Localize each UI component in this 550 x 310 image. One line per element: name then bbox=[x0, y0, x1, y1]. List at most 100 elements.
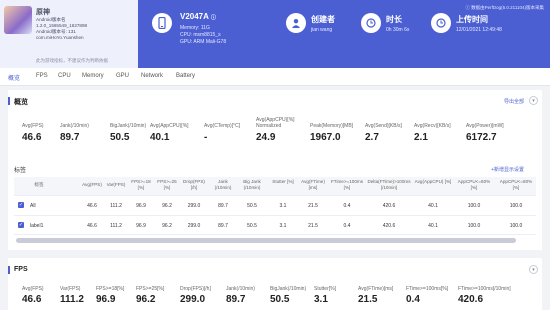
table-header-cell: Var(FPS) bbox=[106, 182, 126, 187]
row-divider bbox=[14, 234, 536, 235]
tab-memory[interactable]: Memory bbox=[82, 73, 104, 79]
tab-overview[interactable]: 概览 bbox=[8, 73, 20, 82]
app-info-line: com.miHoYo.Yuanshen bbox=[36, 35, 84, 40]
horizontal-scrollbar[interactable] bbox=[16, 238, 516, 243]
table-header-cell: FPS>=25 [%] bbox=[157, 179, 177, 190]
table-cell: 21.5 bbox=[308, 223, 318, 229]
table-cell: 111.2 bbox=[110, 223, 122, 229]
collapse-button[interactable]: ▾ bbox=[529, 96, 538, 105]
table-cell: 50.5 bbox=[247, 203, 257, 209]
clock-icon bbox=[361, 13, 381, 33]
card-accent bbox=[8, 97, 10, 105]
table-cell: 96.2 bbox=[162, 203, 172, 209]
table-cell: 0.4 bbox=[343, 203, 351, 209]
table-cell: 46.6 bbox=[87, 223, 97, 229]
overview-metric: Avg(Send)[KB/s] 2.7 bbox=[365, 123, 402, 143]
chevron-down-icon: ▾ bbox=[532, 97, 535, 104]
upload-title: 上传时间 bbox=[456, 15, 488, 24]
table-cell: 100.0 bbox=[467, 203, 481, 209]
table-header-cell: Drop(FPS) [/h] bbox=[183, 179, 205, 190]
table-header-cell: Big Jank (/10min) bbox=[243, 179, 261, 190]
overview-metric: Avg(Power)[mW] 6172.7 bbox=[466, 123, 504, 143]
table-cell: 100.0 bbox=[509, 203, 523, 209]
tab-cpu[interactable]: CPU bbox=[58, 73, 71, 79]
table-cell: 40.1 bbox=[428, 223, 438, 229]
overview-metric: Avg(AppCPU)[%] Normalized 24.9 bbox=[256, 117, 295, 143]
fps-metric: FPS>=18[%] 96.9 bbox=[96, 286, 125, 305]
table-cell: 420.6 bbox=[382, 223, 396, 229]
table-header-cell: Avg(FPS) bbox=[82, 182, 102, 187]
device-model: V2047A ⓘ bbox=[180, 12, 216, 21]
overview-metric: Jank(/10min) 89.7 bbox=[60, 123, 89, 143]
tab-battery[interactable]: Battery bbox=[176, 73, 195, 79]
app-name: 原神 bbox=[36, 9, 50, 16]
device-gpu: GPU: ARM Mali-G78 bbox=[180, 39, 227, 45]
app-avatar bbox=[4, 6, 32, 34]
overview-metric: Avg(Recv)[KB/s] 2.1 bbox=[414, 123, 451, 143]
table-cell: 96.9 bbox=[136, 203, 146, 209]
tab-gpu[interactable]: GPU bbox=[116, 73, 129, 79]
table-header-cell: FPS>=18 [%] bbox=[131, 179, 151, 190]
user-icon bbox=[286, 13, 306, 33]
row-checkbox[interactable]: ✓ bbox=[18, 202, 24, 208]
table-header-cell: Jank (/10min) bbox=[214, 179, 232, 190]
row-checkbox[interactable]: ✓ bbox=[18, 222, 24, 228]
table-cell: 299.0 bbox=[187, 203, 201, 209]
table-cell: 21.5 bbox=[308, 203, 318, 209]
overview-metric: Avg(CTemp)[°C] - bbox=[204, 123, 241, 143]
tab-fps[interactable]: FPS bbox=[36, 73, 48, 79]
app-note: 此为游戏指标，不建议作为判断依据 bbox=[36, 58, 108, 63]
table-cell: 3.1 bbox=[279, 203, 287, 209]
report-header: 原神 Android版本名 1.2.0_1565549_1627898 Andr… bbox=[0, 0, 550, 68]
overview-title: 概览 bbox=[14, 99, 28, 106]
table-cell: label1 bbox=[30, 223, 44, 229]
duration-value: 0h 30m 6s bbox=[386, 27, 410, 33]
upload-clock-icon bbox=[431, 13, 451, 33]
table-cell: 50.5 bbox=[247, 223, 257, 229]
overview-metric: Peak(Memory)[MB] 1967.0 bbox=[310, 123, 354, 143]
table-cell: 89.7 bbox=[218, 203, 228, 209]
export-all-link[interactable]: 导出全部 bbox=[504, 98, 524, 105]
table-cell: 111.2 bbox=[110, 203, 122, 209]
labels-title: 标签 bbox=[14, 168, 27, 174]
table-header-cell: Delta(FTime)>100ms [/10min] bbox=[367, 179, 411, 190]
upload-value: 12/01/2021 12:49:48 bbox=[456, 27, 502, 33]
fps-metric: FPS>=25[%] 96.2 bbox=[136, 286, 165, 305]
info-icon: ⓘ bbox=[465, 5, 470, 10]
fps-card: FPS ▾ Avg(FPS) 46.6 Var(FPS) 111.2 FPS>=18… bbox=[8, 258, 542, 310]
table-header-cell: AppCPU<=60% [%] bbox=[457, 179, 491, 190]
table-cell: 420.6 bbox=[382, 203, 396, 209]
device-cpu: CPU: msm8815_s bbox=[180, 32, 221, 38]
app-info-panel: 原神 Android版本名 1.2.0_1565549_1627898 Andr… bbox=[0, 0, 138, 68]
table-header-cell: 标签 bbox=[34, 182, 44, 187]
table-cell: 40.1 bbox=[428, 203, 438, 209]
fps-metric: Stutter[%] 3.1 bbox=[314, 286, 336, 305]
creator-title: 创建者 bbox=[311, 15, 335, 24]
overview-metric: Avg(AppCPU)[%] 40.1 bbox=[150, 123, 189, 143]
row-divider bbox=[14, 195, 536, 196]
fps-metric: Drop(FPS)[/h] 299.0 bbox=[180, 286, 211, 305]
table-cell: All bbox=[30, 203, 36, 209]
fps-metric: FTime>=100ms[/10min] 420.6 bbox=[458, 286, 511, 305]
device-memory: Memory: 11G bbox=[180, 25, 210, 31]
fps-metric: Var(FPS) 111.2 bbox=[60, 286, 84, 305]
add-display-setting-link[interactable]: +新增显示设置 bbox=[491, 166, 524, 173]
tab-network[interactable]: Network bbox=[141, 73, 163, 79]
creator-value: jian wang bbox=[311, 27, 333, 33]
fps-metric: Avg(FPS) 46.6 bbox=[22, 286, 44, 305]
table-header-cell: AppCPU<=80% [%] bbox=[499, 179, 533, 190]
card-accent bbox=[8, 266, 10, 274]
chevron-down-icon: ▾ bbox=[532, 266, 535, 273]
fps-metric: BigJank(/10min) 50.5 bbox=[270, 286, 307, 305]
duration-title: 时长 bbox=[386, 15, 402, 24]
table-cell: 96.2 bbox=[162, 223, 172, 229]
table-cell: 46.6 bbox=[87, 203, 97, 209]
overview-card: 概览 导出全部 ▾ Avg(FPS) 46.6 Jank(/10min) 89.7 … bbox=[8, 90, 542, 250]
table-cell: 299.0 bbox=[187, 223, 201, 229]
phone-icon bbox=[152, 13, 172, 33]
collapse-button[interactable]: ▾ bbox=[529, 265, 538, 274]
table-header-cell: Avg(AppCPU) [%] bbox=[414, 179, 452, 184]
fps-metric: Jank(/10min) 89.7 bbox=[226, 286, 255, 305]
overview-metric: BigJank(/10min) 50.5 bbox=[110, 123, 147, 143]
table-cell: 96.9 bbox=[136, 223, 146, 229]
